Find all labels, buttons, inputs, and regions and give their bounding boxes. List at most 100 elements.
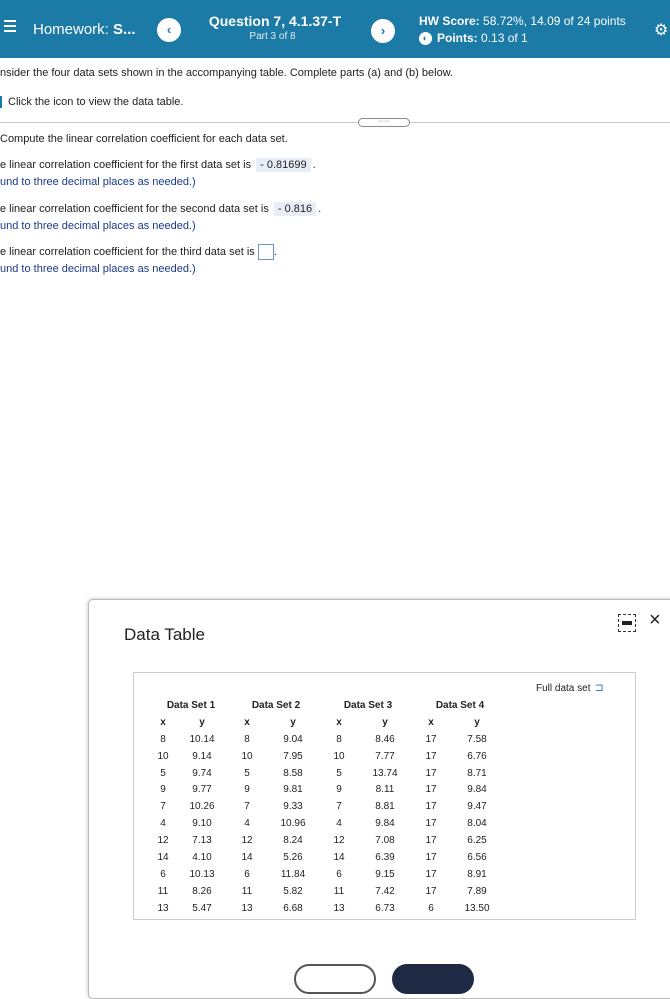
table-row: 8 10.14 8 9.04 8 8.46 17 7.58 xyxy=(152,731,506,748)
table-cell: 8 xyxy=(336,733,342,745)
data-table-dialog: Data Table × Full data set ⊐ Data Set 1 D… xyxy=(88,599,670,999)
table-cell: 9.33 xyxy=(283,801,303,813)
rounding-note-3: und to three decimal places as needed.) xyxy=(0,263,196,275)
table-cell: 6.56 xyxy=(467,851,487,863)
table-cell: 8.46 xyxy=(375,733,395,745)
close-icon[interactable]: × xyxy=(649,610,661,630)
table-cell: 11 xyxy=(333,885,345,897)
col-header-x: x xyxy=(428,716,434,728)
set-header-4: Data Set 4 xyxy=(435,699,485,711)
set-header-2: Data Set 2 xyxy=(251,699,301,711)
table-cell: 10.14 xyxy=(189,733,215,745)
data-table-container: Full data set ⊐ Data Set 1 Data Set 2 Dat… xyxy=(133,672,636,920)
table-cell: 11 xyxy=(157,885,169,897)
table-cell: 7 xyxy=(244,801,250,813)
table-row: 14 4.10 14 5.26 14 6.39 17 6.56 xyxy=(152,849,506,866)
table-cell: 6 xyxy=(160,868,166,880)
table-row: 5 9.74 5 8.58 5 13.74 17 8.71 xyxy=(152,765,506,782)
question-points: ◐ Points: 0.13 of 1 xyxy=(419,31,528,45)
question-2: e linear correlation coefficient for the… xyxy=(0,202,322,216)
table-cell: 6 xyxy=(244,868,250,880)
table-cell: 14 xyxy=(157,851,169,863)
rounding-note-2: und to three decimal places as needed.) xyxy=(0,220,196,232)
table-cell: 14 xyxy=(241,851,253,863)
table-cell: 4.10 xyxy=(192,851,212,863)
table-cell: 9.10 xyxy=(192,818,212,830)
partial-credit-icon: ◐ xyxy=(419,31,432,45)
table-cell: 17 xyxy=(425,733,437,745)
table-cell: 17 xyxy=(425,885,437,897)
table-cell: 9.47 xyxy=(467,801,487,813)
table-row: 11 8.26 11 5.82 11 7.42 17 7.89 xyxy=(152,883,506,900)
homework-label: Homework: xyxy=(33,21,109,38)
full-data-set-link[interactable]: Full data set ⊐ xyxy=(536,681,604,694)
question-title: Question 7, 4.1.37-T xyxy=(208,13,342,29)
table-cell: 8 xyxy=(244,733,250,745)
table-cell: 9.74 xyxy=(192,767,212,779)
table-cell: 10.96 xyxy=(280,818,306,830)
view-table-text: Click the icon to view the data table. xyxy=(8,96,184,108)
print-button[interactable] xyxy=(294,964,376,994)
question-3-text: e linear correlation coefficient for the… xyxy=(0,245,255,258)
table-cell: 9.84 xyxy=(467,784,487,796)
table-cell: 7 xyxy=(336,801,342,813)
table-cell: 6.39 xyxy=(375,851,395,863)
col-header-y: y xyxy=(474,716,480,728)
answer-1[interactable]: - 0.81699 xyxy=(256,158,311,172)
answer-3-input[interactable] xyxy=(257,244,274,260)
answer-2[interactable]: - 0.816 xyxy=(273,202,317,216)
table-cell: 8.04 xyxy=(467,818,487,830)
table-row: 6 10.13 6 11.84 6 9.15 17 8.91 xyxy=(152,866,506,883)
table-cell: 9.04 xyxy=(283,733,303,745)
table-cell: 5.47 xyxy=(192,902,212,914)
table-cell: 12 xyxy=(333,835,345,847)
next-question-button[interactable]: › xyxy=(371,19,395,43)
table-row: 12 7.13 12 8.24 12 7.08 17 6.25 xyxy=(152,832,506,849)
table-cell: 5 xyxy=(160,767,166,779)
table-cell: 7.13 xyxy=(192,835,212,847)
menu-icon[interactable] xyxy=(4,20,16,32)
expand-button[interactable]: ····· xyxy=(358,118,410,127)
table-cell: 17 xyxy=(425,835,437,847)
points-label: Points: xyxy=(437,31,478,45)
table-cell: 5 xyxy=(336,767,342,779)
table-cell: 5.26 xyxy=(283,851,303,863)
table-cell: 7.77 xyxy=(375,750,395,762)
table-cell: 9.15 xyxy=(375,868,395,880)
minimize-icon[interactable] xyxy=(618,614,636,632)
table-cell: 10.26 xyxy=(189,801,215,813)
question-intro: nsider the four data sets shown in the a… xyxy=(0,67,454,79)
question-1-text: e linear correlation coefficient for the… xyxy=(0,159,252,171)
table-cell: 6.76 xyxy=(467,750,487,762)
homework-title[interactable]: Homework: S... xyxy=(33,21,136,38)
previous-question-button[interactable]: ‹ xyxy=(157,18,181,42)
table-cell: 17 xyxy=(425,801,437,813)
col-header-y: y xyxy=(199,716,205,728)
table-cell: 9.84 xyxy=(375,818,395,830)
table-cell: 5 xyxy=(244,767,250,779)
table-cell: 10 xyxy=(157,750,169,762)
homework-name: S... xyxy=(113,21,136,38)
table-row: 10 9.14 10 7.95 10 7.77 17 6.76 xyxy=(152,748,506,765)
table-cell: 17 xyxy=(425,851,437,863)
table-cell: 8 xyxy=(160,733,166,745)
table-cell: 5.82 xyxy=(283,885,303,897)
set-header-1: Data Set 1 xyxy=(166,699,216,711)
open-external-icon: ⊐ xyxy=(594,682,604,694)
table-cell: 6.25 xyxy=(467,835,487,847)
table-cell: 8.26 xyxy=(192,885,212,897)
table-cell: 8.58 xyxy=(283,767,303,779)
table-cell: 8.81 xyxy=(375,801,395,813)
table-cell: 13.50 xyxy=(464,902,490,914)
table-cell: 17 xyxy=(425,784,437,796)
question-3: e linear correlation coefficient for the… xyxy=(0,244,277,260)
table-cell: 13.74 xyxy=(372,767,398,779)
table-cell: 4 xyxy=(160,818,166,830)
question-part: Part 3 of 8 xyxy=(249,31,296,42)
table-cell: 9 xyxy=(160,784,166,796)
data-table-icon[interactable] xyxy=(0,96,2,108)
table-cell: 6 xyxy=(336,868,342,880)
done-button[interactable] xyxy=(392,964,474,994)
divider xyxy=(0,122,670,123)
gear-icon[interactable]: ⚙ xyxy=(654,20,668,40)
